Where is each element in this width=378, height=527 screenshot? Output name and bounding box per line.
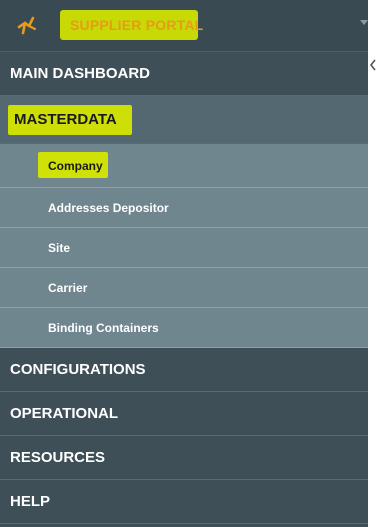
- nav-item-help[interactable]: HELP: [0, 480, 368, 524]
- sidebar-collapse-toggle[interactable]: [368, 52, 378, 82]
- subnav-item-site[interactable]: Site: [0, 228, 368, 268]
- nav-item-main-dashboard[interactable]: MAIN DASHBOARD: [0, 52, 368, 96]
- sidebar: SUPPLIER PORTAL MAIN DASHBOARD MASTERDAT…: [0, 0, 368, 527]
- runner-logo-icon: [16, 14, 38, 36]
- subnav-item-label: Binding Containers: [48, 321, 159, 335]
- subnav-item-carrier[interactable]: Carrier: [0, 268, 368, 308]
- subnav-item-label: Company: [48, 159, 103, 173]
- nav-item-configurations[interactable]: CONFIGURATIONS: [0, 348, 368, 392]
- app-brand-title[interactable]: SUPPLIER PORTAL: [70, 17, 203, 33]
- subnav-item-company[interactable]: Company: [0, 144, 368, 188]
- nav-item-label: RESOURCES: [10, 449, 106, 466]
- nav-item-resources[interactable]: RESOURCES: [0, 436, 368, 480]
- sidebar-header: SUPPLIER PORTAL: [0, 0, 368, 52]
- subnav-item-addresses-depositor[interactable]: Addresses Depositor: [0, 188, 368, 228]
- subnav-item-binding-containers[interactable]: Binding Containers: [0, 308, 368, 348]
- caret-down-icon[interactable]: [360, 20, 368, 25]
- masterdata-submenu: Company Addresses Depositor Site Carrier…: [0, 144, 368, 348]
- chevron-left-icon: [369, 59, 376, 71]
- nav-item-masterdata[interactable]: MASTERDATA: [0, 96, 368, 144]
- nav-item-label: CONFIGURATIONS: [10, 361, 146, 378]
- subnav-item-label: Site: [48, 241, 71, 255]
- nav-item-operational[interactable]: OPERATIONAL: [0, 392, 368, 436]
- nav-item-label: MAIN DASHBOARD: [10, 65, 150, 82]
- nav-item-label: MASTERDATA: [14, 111, 117, 128]
- nav-item-label: HELP: [10, 493, 51, 510]
- subnav-item-label: Carrier: [48, 281, 88, 295]
- subnav-item-label: Addresses Depositor: [48, 201, 169, 215]
- nav-item-label: OPERATIONAL: [10, 405, 119, 422]
